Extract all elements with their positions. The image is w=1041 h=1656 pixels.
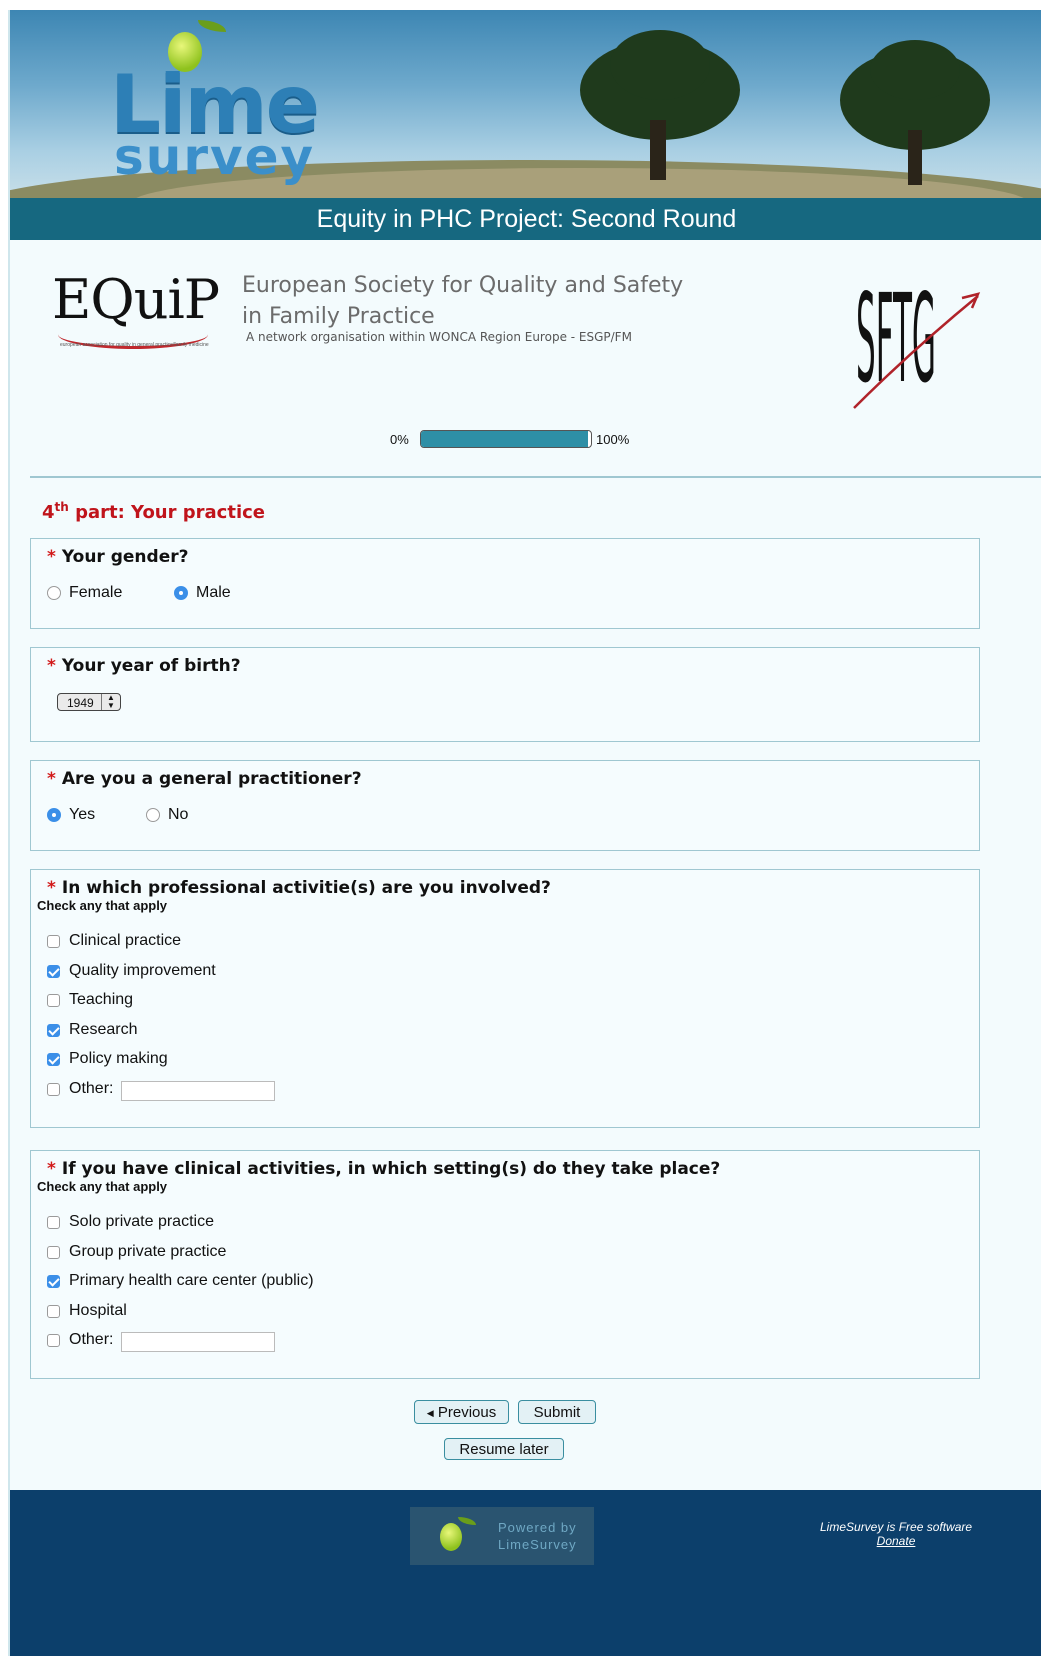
select-arrows-icon: ▲ ▼ [101,694,120,710]
question-help: Check any that apply [37,1179,168,1194]
activity-label: Teaching [69,991,134,1009]
limesurvey-logo: Lime survey [110,20,350,188]
activity-label: Other: [69,1080,114,1097]
free-software-text: LimeSurvey is Free software [820,1520,973,1534]
radio-label: Yes [69,806,96,823]
question-settings: * If you have clinical activities, in whi… [30,1150,980,1379]
question-text: * In which professional activitie(s) are … [47,878,551,898]
activity-label: Clinical practice [69,932,182,949]
esq-title: European Society for Quality and Safety … [242,270,712,332]
donate-link[interactable]: Donate [820,1534,972,1548]
setting-other-input[interactable] [121,1332,275,1353]
survey-title: Equity in PHC Project: Second Round [10,198,1041,240]
required-mark: * [47,547,56,567]
progress-end-label: 100% [596,432,630,447]
sftg-logo-text: SFTG [856,268,936,411]
logo-subword: survey [114,128,316,186]
setting-label: Primary health care center (public) [69,1272,314,1290]
free-software-note: LimeSurvey is Free software Donate [820,1520,972,1548]
required-mark: * [47,878,56,898]
setting-label: Solo private practice [69,1213,214,1230]
lime-fruit-icon [440,1523,462,1551]
esq-subtitle: A network organisation within WONCA Regi… [246,330,632,344]
progress-bar-fill [421,431,588,447]
radio-male[interactable] [174,586,188,600]
esq-title-line1: European Society for Quality and Safety [242,273,684,298]
progress-start-label: 0% [390,432,409,447]
question-text: * Your year of birth? [47,656,241,676]
equip-tagline: european association for quality in gene… [60,342,209,348]
activity-checkbox[interactable] [47,935,60,948]
question-gender: * Your gender? Female Male [30,538,980,629]
setting-checkbox[interactable] [47,1216,60,1229]
setting-label: Hospital [69,1301,127,1319]
radio-label: Male [196,584,231,601]
esq-title-line2: in Family Practice [242,304,435,329]
question-activities: * In which professional activitie(s) are … [30,869,980,1128]
activity-checkbox[interactable] [47,964,60,978]
question-text: * Your gender? [47,547,188,567]
equip-logo: EQuiP european association for quality i… [52,268,222,358]
section-title: 4th part: Your practice [42,500,265,523]
powered-by-badge[interactable]: Powered by LimeSurvey [410,1507,594,1565]
previous-label: Previous [437,1404,497,1421]
lime-leaf-icon [198,20,226,32]
section-ordinal-suffix: th [54,500,69,514]
footer: Powered by LimeSurvey LimeSurvey is Free… [10,1490,1041,1656]
sftg-logo: SFTG [853,268,981,411]
question-text: * If you have clinical activities, in whi… [47,1159,720,1179]
powered-by-line2: LimeSurvey [498,1537,577,1552]
birth-year-select[interactable]: 1949 ▲ ▼ [57,693,121,711]
activity-checkbox[interactable] [47,1053,60,1067]
radio-yes[interactable] [47,808,61,822]
required-mark: * [47,769,56,789]
submit-button[interactable]: Submit [518,1400,596,1424]
activity-checkbox[interactable] [47,1083,60,1096]
question-gp: * Are you a general practitioner? Yes No [30,760,980,851]
progress-bar [420,430,592,448]
section-title-text: part: Your practice [68,502,265,523]
activity-label: Quality improvement [69,961,216,979]
setting-label: Group private practice [69,1242,227,1260]
question-birth-year: * Your year of birth? 1949 ▲ ▼ [30,647,980,742]
survey-page: Lime survey Equity in PHC Project: Secon… [8,10,1041,1656]
setting-label: Other: [69,1331,114,1349]
tree-image [570,30,750,190]
divider [30,476,1041,478]
caret-left-icon: ◀ [426,1408,434,1418]
setting-checkbox[interactable] [47,1275,60,1289]
tree-image [830,40,1000,190]
radio-label: No [168,806,189,823]
powered-by-line1: Powered by [498,1520,577,1535]
activity-checkbox[interactable] [47,1023,60,1037]
required-mark: * [47,656,56,676]
question-label: Are you a general practitioner? [61,769,362,789]
setting-checkbox[interactable] [47,1334,60,1348]
question-label: Your gender? [61,547,189,567]
birth-year-value: 1949 [67,696,94,710]
previous-button[interactable]: ◀ Previous [414,1400,509,1424]
question-label: If you have clinical activities, in whic… [61,1159,721,1179]
activity-label: Research [69,1020,138,1038]
lime-leaf-icon [458,1517,476,1525]
question-label: Your year of birth? [61,656,241,676]
resume-later-button[interactable]: Resume later [444,1438,564,1460]
radio-no[interactable] [146,808,160,822]
setting-checkbox[interactable] [47,1304,60,1318]
setting-checkbox[interactable] [47,1245,60,1259]
radio-label: Female [69,584,123,601]
required-mark: * [47,1159,56,1179]
activity-label: Policy making [69,1050,168,1068]
powered-by-text: Powered by LimeSurvey [498,1519,577,1553]
header-banner: Lime survey [10,10,1041,198]
activity-other-input[interactable] [121,1081,275,1101]
activity-checkbox[interactable] [47,994,60,1008]
question-help: Check any that apply [37,898,168,913]
radio-female[interactable] [47,586,61,600]
question-text: * Are you a general practitioner? [47,769,362,789]
section-ordinal: 4 [42,502,55,523]
question-label: In which professional activitie(s) are y… [61,878,551,898]
